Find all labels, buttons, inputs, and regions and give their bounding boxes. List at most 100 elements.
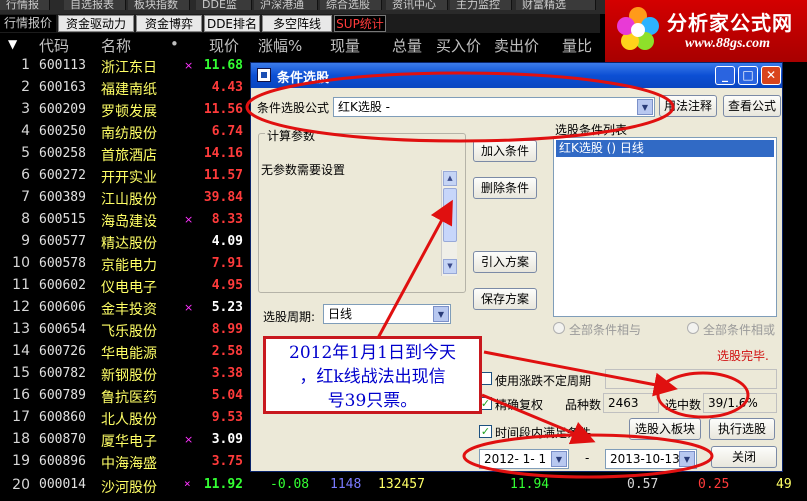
import-plan-button[interactable]: 引入方案 <box>473 251 537 273</box>
hit-label: 选中数 <box>665 398 702 412</box>
view-formula-button[interactable]: 查看公式 <box>723 95 781 117</box>
row-code: 600782 <box>39 366 86 381</box>
time-range-label: 时间段内满足条件 <box>495 426 592 440</box>
tab-sup-stats[interactable]: SUP统计 <box>334 15 386 32</box>
annotation-line-3: 号39只票。 <box>327 391 418 411</box>
row-price: 39.84 <box>203 190 243 205</box>
row-name: 厦华电子 <box>101 434 157 450</box>
row-code: 600606 <box>39 300 86 315</box>
menu-item-dde[interactable]: DDE监控 <box>196 0 252 27</box>
chevron-down-icon[interactable]: ▼ <box>551 451 567 467</box>
row-code: 600896 <box>39 454 86 469</box>
time-range-checkbox[interactable]: ✓ <box>479 425 492 438</box>
row-index: 17 <box>12 409 30 425</box>
add-to-board-button[interactable]: 选股入板块 <box>629 418 701 440</box>
tab-quotes[interactable]: 行情报价 <box>0 15 56 32</box>
menu-item-wealth[interactable]: 财富精选 <box>516 0 596 11</box>
row-mark: × <box>184 433 194 446</box>
date-from-picker[interactable]: 2012- 1- 1 ▼ <box>479 449 569 469</box>
scroll-up-icon[interactable]: ▲ <box>443 171 457 186</box>
radio-or[interactable] <box>687 322 699 334</box>
row-price: 9.53 <box>211 410 243 425</box>
quote-table-header: ▼ 代码 名称 • 现价 涨幅% 现量 总量 买入价 卖出价 量比 <box>0 33 807 55</box>
irregular-period-label: 使用涨跌不定周期 <box>495 374 592 388</box>
table-row[interactable]: 20 000014 沙河股份 × 11.92 -0.08 1148 132457… <box>0 475 807 497</box>
minimize-icon[interactable]: _ <box>715 66 735 85</box>
row-price: 3.38 <box>211 366 243 381</box>
row-code: 000014 <box>39 477 86 492</box>
condition-list[interactable]: 红K选股 () 日线 <box>553 137 777 317</box>
params-scrollbar[interactable]: ▲ ▼ <box>441 170 457 276</box>
add-condition-button[interactable]: 加入条件 <box>473 140 537 162</box>
row-code: 600389 <box>39 190 86 205</box>
date-to-value: 2013-10-13 <box>610 452 680 466</box>
menu-item-main-force[interactable]: 主力监控 <box>450 0 512 11</box>
row-name: 海岛建设 <box>101 214 157 230</box>
scroll-thumb[interactable] <box>443 188 457 242</box>
row-code: 600163 <box>39 80 86 95</box>
col-bid[interactable]: 买入价 <box>436 35 481 56</box>
col-vol-ratio[interactable]: 量比 <box>562 35 592 56</box>
menu-item-hk-connect[interactable]: 沪深港通 <box>254 0 318 11</box>
row-code: 600250 <box>39 124 86 139</box>
row-price: 4.95 <box>211 278 243 293</box>
period-label: 选股周期: <box>263 310 316 324</box>
sort-arrow-icon[interactable]: ▼ <box>8 37 17 51</box>
close-button[interactable]: 关闭 <box>711 446 777 468</box>
row-name: 福建南纸 <box>101 82 157 98</box>
row-name: 仪电电子 <box>101 280 157 296</box>
col-name[interactable]: 名称 <box>101 35 131 56</box>
menu-item-stock-picker[interactable]: 综合选股 <box>320 0 382 11</box>
formula-select[interactable]: 红K选股 - ▼ <box>333 97 655 117</box>
chevron-down-icon[interactable]: ▼ <box>433 306 449 322</box>
tab-fund-game[interactable]: 资金博弈 <box>136 15 202 32</box>
row-name: 飞乐股份 <box>101 324 157 340</box>
row-price: 14.16 <box>203 146 243 161</box>
row-name: 华电能源 <box>101 346 157 362</box>
dialog-titlebar[interactable]: 条件选股 _ □ ✕ <box>251 63 782 88</box>
date-to-picker[interactable]: 2013-10-13 ▼ <box>605 449 697 469</box>
menu-item-sector-index[interactable]: 板块指数 <box>128 0 190 11</box>
row-extra-2: 49 <box>776 477 792 492</box>
col-price[interactable]: 现价 <box>209 35 239 56</box>
row-code: 600789 <box>39 388 86 403</box>
tab-fund-drive[interactable]: 资金驱动力 <box>58 15 134 32</box>
condition-list-item[interactable]: 红K选股 () 日线 <box>556 140 774 157</box>
row-index: 19 <box>12 453 30 469</box>
row-index: 13 <box>12 321 30 337</box>
row-index: 12 <box>12 299 30 315</box>
save-plan-button[interactable]: 保存方案 <box>473 288 537 310</box>
usage-notes-button[interactable]: 用法注释 <box>659 95 717 117</box>
tab-dde-rank[interactable]: DDE排名 <box>204 15 260 32</box>
col-change[interactable]: 涨幅% <box>258 35 302 56</box>
delete-condition-button[interactable]: 删除条件 <box>473 177 537 199</box>
row-change: -0.08 <box>270 477 310 492</box>
col-volume[interactable]: 现量 <box>330 35 360 56</box>
radio-and[interactable] <box>553 322 565 334</box>
maximize-icon[interactable]: □ <box>738 66 758 85</box>
chevron-down-icon[interactable]: ▼ <box>679 451 695 467</box>
row-index: 1 <box>21 57 30 73</box>
row-code: 600578 <box>39 256 86 271</box>
menu-item-quotes[interactable]: 行情报价 <box>0 0 50 27</box>
formula-value: 红K选股 - <box>338 100 391 114</box>
period-select[interactable]: 日线 ▼ <box>323 304 451 324</box>
col-total[interactable]: 总量 <box>392 35 422 56</box>
tab-bull-bear[interactable]: 多空阵线 <box>262 15 332 32</box>
row-price: 5.04 <box>211 388 243 403</box>
row-name: 中海海盛 <box>101 456 157 472</box>
row-index: 3 <box>21 101 30 117</box>
menu-item-info[interactable]: 资讯中心 <box>386 0 448 11</box>
col-ask[interactable]: 卖出价 <box>494 35 539 56</box>
hit-value: 39/1.6% <box>703 393 777 413</box>
chevron-down-icon[interactable]: ▼ <box>637 99 653 115</box>
annotation-line-2: ，红k线战法出现信 <box>299 367 446 387</box>
menu-item-watchlist[interactable]: 自选报表 <box>64 0 126 11</box>
run-filter-button[interactable]: 执行选股 <box>709 418 775 440</box>
row-price: 2.58 <box>211 344 243 359</box>
col-code[interactable]: 代码 <box>39 35 69 56</box>
scroll-down-icon[interactable]: ▼ <box>443 259 457 274</box>
row-index: 6 <box>21 167 30 183</box>
close-icon[interactable]: ✕ <box>761 66 781 85</box>
row-price: 8.99 <box>211 322 243 337</box>
